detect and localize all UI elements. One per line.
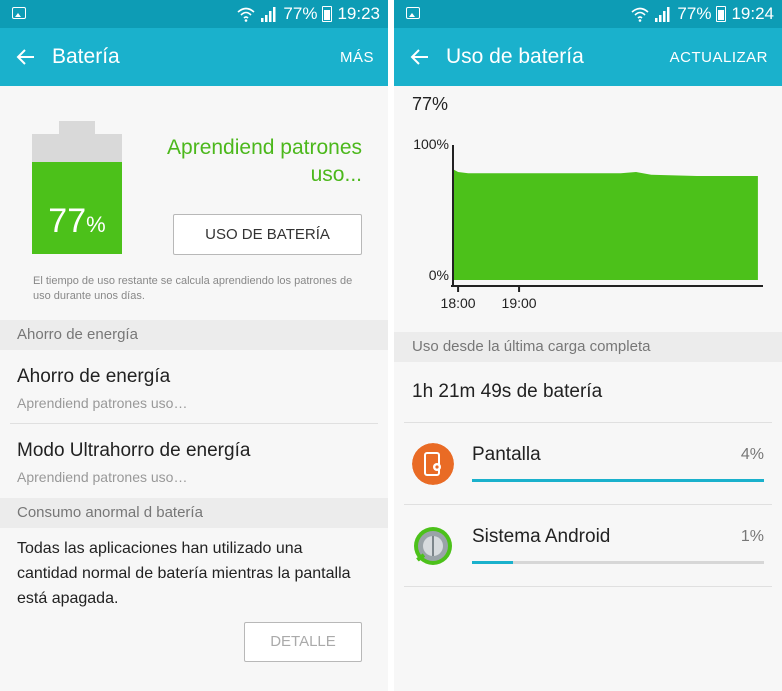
status-battery-text: 77% <box>283 4 318 23</box>
learning-status-text: Aprendiend patrones uso... <box>167 136 362 186</box>
usage-since-charge-header: Uso desde la última carga completa <box>394 332 782 362</box>
screen-settings-icon <box>412 443 454 485</box>
app-percent: 1% <box>740 528 764 545</box>
battery-status-icon <box>322 6 333 22</box>
app-usage-bar-fill <box>472 561 513 564</box>
battery-graphic-tip <box>59 121 95 134</box>
refresh-button[interactable]: ACTUALIZAR <box>670 49 768 66</box>
status-bar-right: 77% 19:23 <box>237 4 380 24</box>
battery-percent: 77% <box>32 202 122 241</box>
list-item-subtitle: Aprendiend patrones uso… <box>17 469 188 485</box>
abnormal-consumption-section-header: Consumo anormal d batería <box>0 498 388 528</box>
chart-x-tick-label: 18:00 <box>441 295 476 311</box>
app-usage-row-screen[interactable]: Pantalla 4% <box>394 424 782 504</box>
list-item-title: Modo Ultrahorro de energía <box>17 440 251 461</box>
signal-icon <box>261 7 276 22</box>
wifi-icon <box>631 7 649 22</box>
status-bar: 77% 19:23 <box>0 0 388 28</box>
battery-percent-sign: % <box>86 212 106 237</box>
app-percent: 4% <box>740 446 764 463</box>
app-usage-bar <box>472 561 764 564</box>
chart-y-tick-label: 0% <box>429 267 449 283</box>
list-divider <box>404 504 772 505</box>
app-bar: Batería MÁS <box>0 28 388 86</box>
battery-graphic: 77% <box>32 134 122 254</box>
more-button[interactable]: MÁS <box>340 49 374 66</box>
status-time: 19:23 <box>337 4 380 23</box>
gallery-notification-icon <box>12 7 26 19</box>
status-bar: 77% 19:24 <box>394 0 782 28</box>
chart-x-tick-label: 19:00 <box>502 295 537 311</box>
battery-usage-content: 77% 100% 0% 18:00 19:00 Uso desde la última… <box>394 86 782 691</box>
page-title: Batería <box>52 45 120 68</box>
app-name: Sistema Android <box>472 526 611 547</box>
list-item-subtitle: Aprendiend patrones uso… <box>17 395 188 411</box>
chart-area-series <box>453 169 758 280</box>
back-arrow-icon[interactable] <box>14 45 38 69</box>
signal-icon <box>655 7 670 22</box>
power-saving-section-header: Ahorro de energía <box>0 320 388 350</box>
wifi-icon <box>237 7 255 22</box>
list-divider <box>404 586 772 587</box>
battery-usage-screen: 77% 19:24 Uso de batería ACTUALIZAR 77% … <box>394 0 782 691</box>
usage-note: El tiempo de uso restante se calcula apr… <box>33 275 353 302</box>
gallery-notification-icon <box>406 7 420 19</box>
app-name: Pantalla <box>472 444 541 465</box>
battery-status-icon <box>716 6 727 22</box>
status-time: 19:24 <box>731 4 774 23</box>
list-divider <box>404 422 772 423</box>
abnormal-consumption-text: Todas las aplicaciones han utilizado una… <box>17 540 351 607</box>
app-usage-bar <box>472 479 764 482</box>
battery-screen: 77% 19:23 Batería MÁS 77% Aprendiend pat… <box>0 0 388 691</box>
battery-duration: 1h 21m 49s de batería <box>412 381 603 402</box>
battery-usage-button[interactable]: USO DE BATERÍA <box>173 214 362 255</box>
battery-percent-number: 77 <box>48 202 87 240</box>
status-bar-right: 77% 19:24 <box>631 4 774 24</box>
list-divider <box>10 423 378 424</box>
android-system-icon <box>414 527 452 565</box>
app-usage-row-android-system[interactable]: Sistema Android 1% <box>394 506 782 586</box>
current-battery-level: 77% <box>412 94 449 114</box>
chart-y-tick-label: 100% <box>413 136 449 152</box>
page-title: Uso de batería <box>446 45 584 68</box>
battery-content: 77% Aprendiend patrones uso... USO DE BA… <box>0 86 388 691</box>
status-battery-text: 77% <box>677 4 712 23</box>
app-bar: Uso de batería ACTUALIZAR <box>394 28 782 86</box>
back-arrow-icon[interactable] <box>408 45 432 69</box>
detail-button[interactable]: DETALLE <box>244 622 362 662</box>
battery-level-chart: 100% 0% 18:00 19:00 <box>413 136 763 311</box>
app-usage-bar-fill <box>472 479 764 482</box>
list-item-title: Ahorro de energía <box>17 366 171 387</box>
